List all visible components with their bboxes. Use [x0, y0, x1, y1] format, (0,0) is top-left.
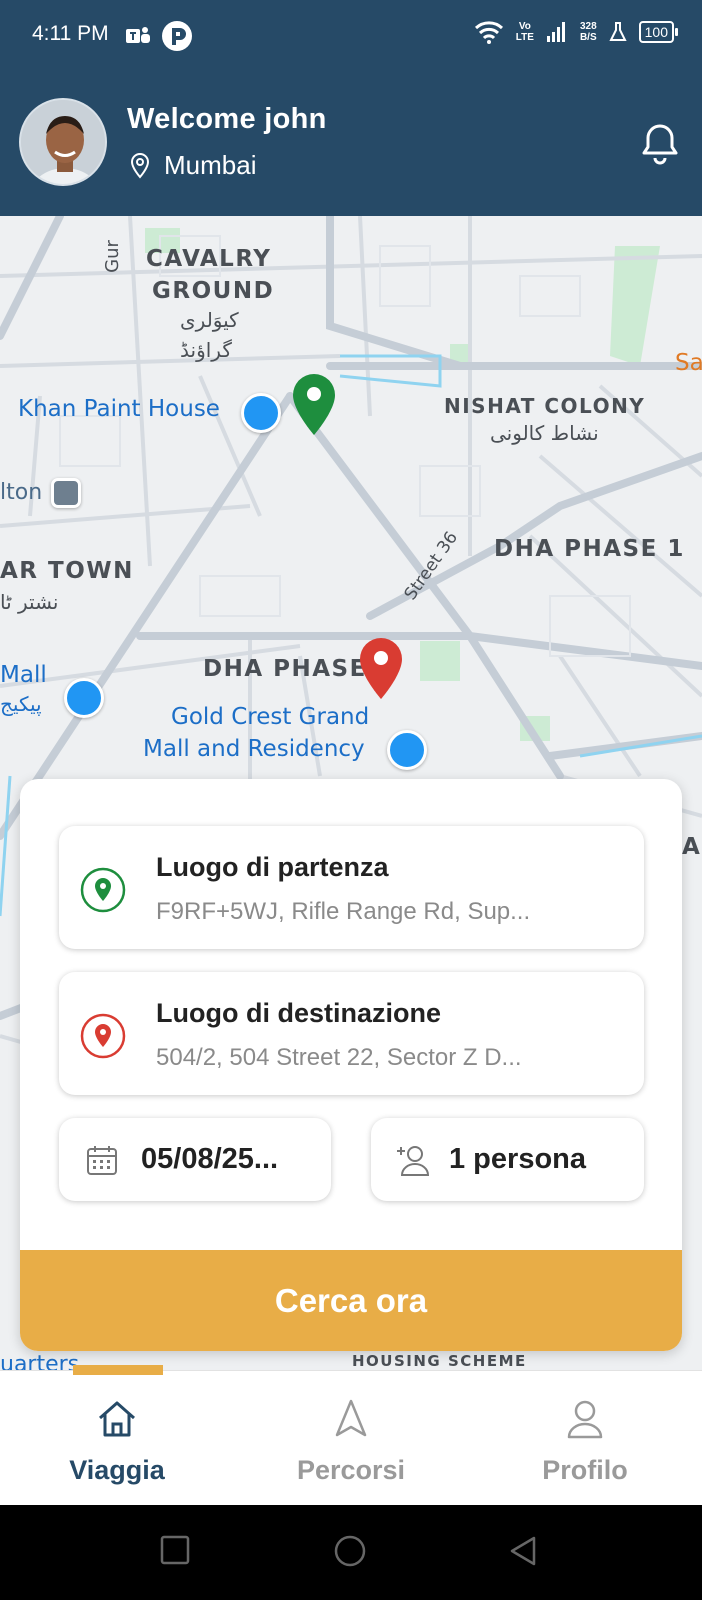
- map-label-quarters: uarters: [0, 1352, 80, 1370]
- navigation-arrow-icon: [335, 1399, 367, 1437]
- location-pin-icon: [130, 152, 150, 179]
- app-header: 4:11 PM Vo LTE 328 B/S 100 Welcome john …: [0, 0, 702, 216]
- nav-item-profilo[interactable]: Profilo: [468, 1371, 702, 1506]
- signal-icon: [546, 22, 565, 42]
- map-label-gold-crest-1[interactable]: Gold Crest Grand: [171, 704, 369, 730]
- destination-pin-icon: [80, 1013, 126, 1059]
- recents-button-icon[interactable]: [160, 1535, 190, 1565]
- teams-icon: [126, 27, 150, 43]
- destination-marker-icon[interactable]: [358, 636, 404, 702]
- map-label-mall[interactable]: Mall: [0, 662, 47, 688]
- home-icon: [99, 1401, 135, 1437]
- notification-icons: [125, 20, 193, 52]
- nav-item-viaggia[interactable]: Viaggia: [0, 1365, 234, 1506]
- trip-search-card: Luogo di partenza F9RF+5WJ, Rifle Range …: [20, 779, 682, 1351]
- departure-value: F9RF+5WJ, Rifle Range Rd, Sup...: [156, 898, 531, 925]
- map-label-gur: Gur: [101, 240, 123, 273]
- calendar-icon: [87, 1145, 117, 1175]
- flask-icon: [609, 22, 627, 41]
- back-button-icon[interactable]: [508, 1535, 538, 1567]
- system-icons: Vo LTE 328 B/S 100: [474, 20, 679, 44]
- nav-label-profilo: Profilo: [542, 1455, 628, 1485]
- location-label: Mumbai: [164, 150, 257, 180]
- passenger-selector[interactable]: 1 persona: [371, 1118, 644, 1201]
- shopping-poi-icon[interactable]: [64, 678, 104, 718]
- map-label-as-edge: AS: [682, 834, 702, 860]
- shopping-poi-icon[interactable]: [241, 393, 281, 433]
- active-tab-indicator: [73, 1365, 163, 1375]
- map-label-ar-town-urdu: نشتر ٹا: [0, 590, 59, 614]
- map-label-gold-crest-2[interactable]: Mall and Residency: [143, 736, 365, 762]
- status-time: 4:11 PM: [32, 22, 109, 45]
- map-label-housing-scheme: HOUSING SCHEME: [352, 1352, 527, 1370]
- map-label-dha-phase-1: DHA PHASE 1: [494, 536, 685, 562]
- map-label-lton: lton: [0, 480, 43, 505]
- departure-field[interactable]: Luogo di partenza F9RF+5WJ, Rifle Range …: [59, 826, 644, 949]
- nav-item-percorsi[interactable]: Percorsi: [234, 1371, 468, 1506]
- welcome-title: Welcome john: [127, 103, 327, 135]
- map-label-nishat-urdu: نشاط کالونی: [490, 421, 599, 445]
- system-navigation-bar: [0, 1505, 702, 1600]
- map-label-sa: Sa: [675, 350, 702, 376]
- date-value: 05/08/25...: [141, 1143, 279, 1175]
- map-label-cavalry-2: GROUND: [152, 278, 275, 304]
- app-notification-icon: [162, 21, 192, 51]
- shopping-poi-icon[interactable]: [387, 730, 427, 770]
- nav-label-viaggia: Viaggia: [69, 1455, 165, 1485]
- map-label-ar-town: AR TOWN: [0, 558, 134, 584]
- map-label-cavalry-urdu-1: کیوَلری: [180, 308, 239, 332]
- add-person-icon: [397, 1145, 430, 1176]
- origin-pin-icon: [80, 867, 126, 913]
- profile-photo: [21, 100, 105, 184]
- wifi-icon: [474, 21, 503, 44]
- destination-value: 504/2, 504 Street 22, Sector Z D...: [156, 1044, 522, 1071]
- volte-indicator: Vo LTE: [515, 21, 534, 43]
- destination-title: Luogo di destinazione: [156, 998, 441, 1028]
- avatar[interactable]: [19, 98, 107, 186]
- destination-field[interactable]: Luogo di destinazione 504/2, 504 Street …: [59, 972, 644, 1095]
- passenger-value: 1 persona: [449, 1143, 586, 1175]
- train-station-icon[interactable]: [51, 478, 81, 508]
- date-picker[interactable]: 05/08/25...: [59, 1118, 331, 1201]
- map-label-cavalry-urdu-2: گراؤنڈ: [180, 338, 232, 362]
- map-label-khan-paint-house[interactable]: Khan Paint House: [18, 396, 220, 422]
- search-now-button[interactable]: Cerca ora: [20, 1250, 682, 1351]
- network-speed: 328 B/S: [579, 21, 597, 43]
- map-label-mall-urdu: پیکیج: [0, 692, 42, 716]
- nav-label-percorsi: Percorsi: [296, 1455, 406, 1485]
- map-label-nishat: NISHAT COLONY: [444, 394, 646, 418]
- status-bar: 4:11 PM Vo LTE 328 B/S 100: [0, 0, 702, 70]
- bell-icon[interactable]: [640, 122, 680, 166]
- home-button-icon[interactable]: [334, 1535, 366, 1567]
- user-location[interactable]: Mumbai: [130, 150, 256, 181]
- map-label-cavalry-1: CAVALRY: [146, 246, 272, 272]
- origin-marker-icon[interactable]: [291, 372, 337, 438]
- bottom-navigation: Viaggia Percorsi Profilo: [0, 1365, 702, 1506]
- person-icon: [567, 1400, 603, 1439]
- battery-indicator: 100: [638, 21, 679, 43]
- departure-title: Luogo di partenza: [156, 852, 389, 882]
